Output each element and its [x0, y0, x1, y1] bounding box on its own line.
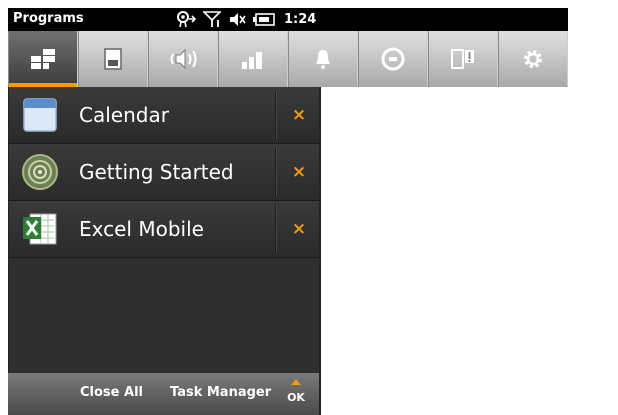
tab-programs[interactable]: [8, 31, 78, 87]
list-item-label: Excel Mobile: [79, 217, 204, 241]
sound-icon: [170, 48, 197, 70]
close-icon[interactable]: ×: [279, 87, 319, 143]
tab-device-alert[interactable]: [428, 31, 498, 87]
program-list: Calendar × Getting Started × Excel Mobil…: [8, 87, 321, 415]
list-item-label: Calendar: [79, 103, 169, 127]
tab-strip: [8, 31, 568, 87]
device-alert-icon: [451, 49, 474, 69]
task-manager-button[interactable]: Task Manager: [170, 385, 271, 400]
divider: [275, 148, 276, 196]
close-all-button[interactable]: Close All: [80, 385, 143, 400]
ok-label: OK: [287, 391, 305, 404]
programs-icon: [31, 49, 55, 69]
tab-settings[interactable]: [498, 31, 568, 87]
gear-icon: [524, 50, 542, 68]
list-item[interactable]: Calendar ×: [9, 87, 319, 144]
battery-icon[interactable]: [253, 13, 275, 26]
status-icons: 1:24: [176, 10, 316, 29]
signal-bars-icon: [242, 52, 262, 69]
signal-icon[interactable]: [203, 11, 221, 28]
clock-time[interactable]: 1:24: [284, 12, 316, 27]
ok-button[interactable]: OK: [285, 379, 307, 405]
getting-started-icon: [22, 154, 58, 190]
volume-muted-icon[interactable]: [228, 12, 246, 27]
tab-clock[interactable]: [358, 31, 428, 87]
window-title: Programs: [13, 11, 84, 26]
list-item[interactable]: Getting Started ×: [9, 144, 319, 201]
tab-signal[interactable]: [218, 31, 288, 87]
memory-icon: [104, 48, 122, 70]
divider: [275, 91, 276, 139]
divider: [275, 205, 276, 253]
close-icon[interactable]: ×: [279, 201, 319, 257]
tab-memory[interactable]: [78, 31, 148, 87]
list-item[interactable]: Excel Mobile ×: [9, 201, 319, 258]
tab-notifications[interactable]: [288, 31, 358, 87]
status-bar: Programs 1:24: [8, 8, 568, 31]
clock-icon: [381, 47, 405, 71]
close-icon[interactable]: ×: [279, 144, 319, 200]
bell-icon: [316, 50, 330, 69]
excel-icon: [23, 213, 57, 245]
softkey-bar: Close All Task Manager OK: [8, 373, 319, 415]
up-arrow-icon: [291, 379, 301, 385]
connectivity-icon[interactable]: [176, 11, 196, 28]
list-item-label: Getting Started: [79, 160, 234, 184]
tab-sound[interactable]: [148, 31, 218, 87]
calendar-icon: [23, 98, 57, 132]
